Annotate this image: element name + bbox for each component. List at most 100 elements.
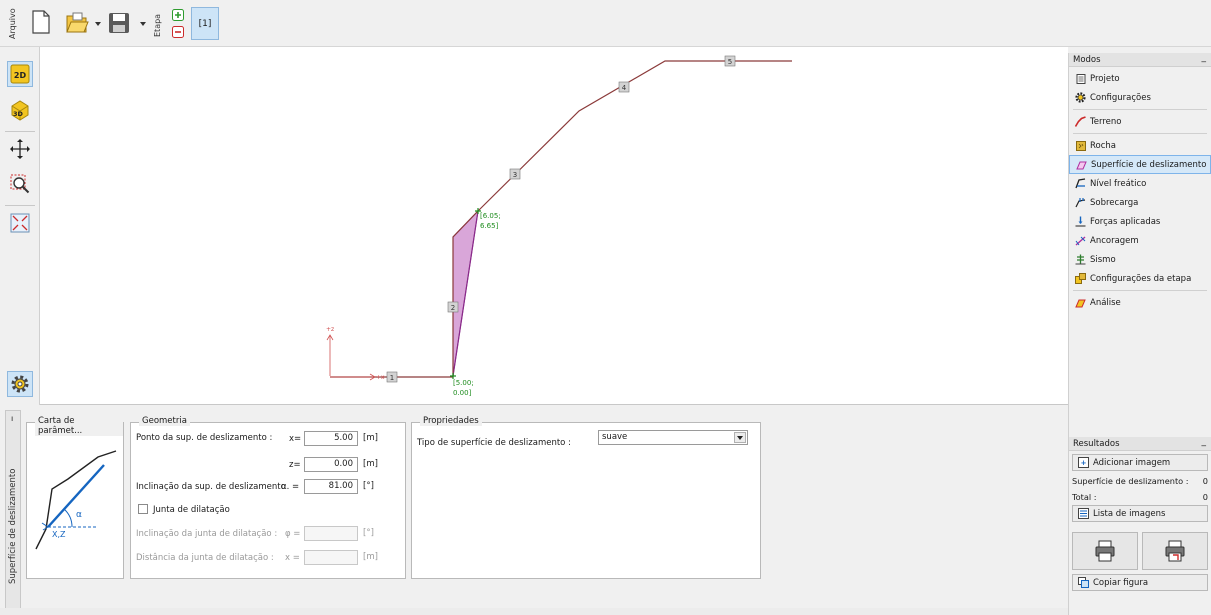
modes-separator xyxy=(1073,109,1207,110)
side-tab[interactable]: Superfície de deslizamento ı xyxy=(5,410,21,610)
surface-type-select[interactable]: suave xyxy=(598,430,748,445)
properties-box: Propriedades Tipo de superfície de desli… xyxy=(411,416,761,579)
mode-sismo[interactable]: Sismo xyxy=(1069,250,1211,269)
terrain-point-2[interactable]: 2 xyxy=(447,301,459,313)
analysis-icon xyxy=(1075,297,1086,308)
print-button[interactable] xyxy=(1072,532,1138,570)
copy-figure-icon xyxy=(1078,577,1089,588)
mode-analise[interactable]: Análise xyxy=(1069,293,1211,312)
mode-forcas-aplicadas[interactable]: Forças aplicadas xyxy=(1069,212,1211,231)
slip-point-label: Ponto da sup. de deslizamento : xyxy=(136,433,273,443)
add-image-button[interactable]: + Adicionar imagem xyxy=(1072,454,1208,471)
stage-tab-label: [1] xyxy=(198,18,212,29)
total-count-value: 0 xyxy=(1202,491,1208,502)
mode-label: Sismo xyxy=(1090,254,1116,265)
stage-tab-1[interactable]: [1] xyxy=(191,7,219,40)
copy-figure-button[interactable]: Copiar figura xyxy=(1072,574,1208,591)
slip-top-coord-2: 6.65] xyxy=(480,222,499,230)
mode-projeto[interactable]: Projeto xyxy=(1069,69,1211,88)
save-disk-icon xyxy=(109,13,129,33)
new-file-button[interactable] xyxy=(30,8,52,36)
surface-type-label: Tipo de superfície de deslizamento : xyxy=(417,438,571,448)
mode-sobrecarga[interactable]: Sobrecarga xyxy=(1069,193,1211,212)
surface-type-value: suave xyxy=(602,432,628,442)
x-unit: [m] xyxy=(363,433,378,443)
minimize-icon[interactable]: _ xyxy=(1202,437,1207,447)
joint-checkbox-label: Junta de dilatação xyxy=(153,505,230,515)
new-document-icon xyxy=(32,10,50,34)
modes-title: Modos xyxy=(1073,55,1101,65)
joint-inclination-unit: [°] xyxy=(363,528,374,538)
slip-surface-diagram: α X,Z xyxy=(35,450,117,550)
zoom-magnifier-icon xyxy=(10,174,30,194)
input-panel: Superfície de deslizamento ı Carta de pa… xyxy=(0,406,1068,615)
print-buttons-row xyxy=(1072,532,1208,570)
slip-top-coord-1: [6.05; xyxy=(480,212,501,220)
terrain-point-3[interactable]: 3 xyxy=(509,168,521,180)
rock-icon xyxy=(1075,140,1086,151)
mode-superficie-deslizamento[interactable]: Superfície de deslizamento xyxy=(1069,155,1211,174)
image-list-button[interactable]: Lista de imagens xyxy=(1072,505,1208,522)
terrain-line xyxy=(330,60,792,378)
open-folder-icon xyxy=(66,12,89,33)
pan-button[interactable] xyxy=(7,136,33,162)
results-title: Resultados xyxy=(1073,439,1120,449)
file-group-label: Arquivo xyxy=(8,8,17,40)
slip-surface-icon xyxy=(1076,159,1087,170)
z-unit: [m] xyxy=(363,459,378,469)
modes-list: Projeto Configurações Terreno Rocha Supe… xyxy=(1069,67,1211,312)
view-3d-button[interactable]: 3D xyxy=(7,97,33,123)
mode-configuracoes-etapa[interactable]: Configurações da etapa xyxy=(1069,269,1211,288)
joint-inclination-prefix: φ = xyxy=(285,529,301,539)
z-input[interactable]: 0.00 xyxy=(304,457,358,472)
fit-view-button[interactable] xyxy=(7,210,33,236)
view-settings-button[interactable] xyxy=(7,371,33,397)
total-count-label: Total : xyxy=(1072,491,1097,502)
open-file-button[interactable] xyxy=(64,10,90,36)
total-count-row: Total : 0 xyxy=(1069,490,1211,503)
terrain-point-1[interactable]: 1 xyxy=(386,371,398,383)
print-preview-button[interactable] xyxy=(1142,532,1208,570)
inclination-input[interactable]: 81.00 xyxy=(304,479,358,494)
slip-surface-count-value: 0 xyxy=(1202,475,1208,486)
mode-configuracoes[interactable]: Configurações xyxy=(1069,88,1211,107)
x-input[interactable]: 5.00 xyxy=(304,431,358,446)
joint-inclination-label: Inclinação da junta de dilatação : xyxy=(136,529,278,539)
mode-terreno[interactable]: Terreno xyxy=(1069,112,1211,131)
save-dropdown-arrow[interactable] xyxy=(140,22,146,26)
add-stage-button[interactable] xyxy=(172,9,184,21)
settings-gear-icon xyxy=(11,375,29,393)
drawing-canvas[interactable]: +z +x 1 2 3 4 5 [6.05; 6.65] [5.00; 0.00… xyxy=(40,47,1068,405)
joint-distance-input xyxy=(304,550,358,565)
svg-text:+: + xyxy=(1081,459,1087,467)
terrain-point-4[interactable]: 4 xyxy=(618,81,630,93)
main-toolbar: Arquivo Etapa [1] xyxy=(0,0,1211,47)
mode-label: Nível freático xyxy=(1090,178,1147,189)
save-file-button[interactable] xyxy=(106,10,132,36)
minimize-icon[interactable]: _ xyxy=(1202,53,1207,63)
anchor-icon xyxy=(1075,235,1086,246)
view-2d-button[interactable]: 2D xyxy=(7,61,33,87)
status-bar xyxy=(0,608,1068,615)
move-arrows-icon xyxy=(10,139,30,159)
terrain-point-5[interactable]: 5 xyxy=(724,55,736,67)
printer-icon xyxy=(1095,540,1115,562)
dropdown-arrow-icon[interactable] xyxy=(734,432,746,443)
joint-checkbox[interactable] xyxy=(138,504,148,514)
mode-nivel-freatico[interactable]: Nível freático xyxy=(1069,174,1211,193)
remove-stage-button[interactable] xyxy=(172,26,184,38)
zoom-button[interactable] xyxy=(7,171,33,197)
view-toolbar: 2D 3D xyxy=(0,47,40,405)
side-tab-pin-icon[interactable]: ı xyxy=(11,414,13,423)
xz-label: X,Z xyxy=(52,530,66,539)
image-list-label: Lista de imagens xyxy=(1093,508,1166,519)
mode-rocha[interactable]: Rocha xyxy=(1069,136,1211,155)
image-list-icon xyxy=(1078,508,1089,519)
z-prefix: z= xyxy=(289,460,301,470)
modes-separator xyxy=(1073,133,1207,134)
minus-icon xyxy=(172,26,184,38)
open-dropdown-arrow[interactable] xyxy=(95,22,101,26)
mode-label: Análise xyxy=(1090,297,1121,308)
water-table-icon xyxy=(1075,178,1086,189)
mode-ancoragem[interactable]: Ancoragem xyxy=(1069,231,1211,250)
